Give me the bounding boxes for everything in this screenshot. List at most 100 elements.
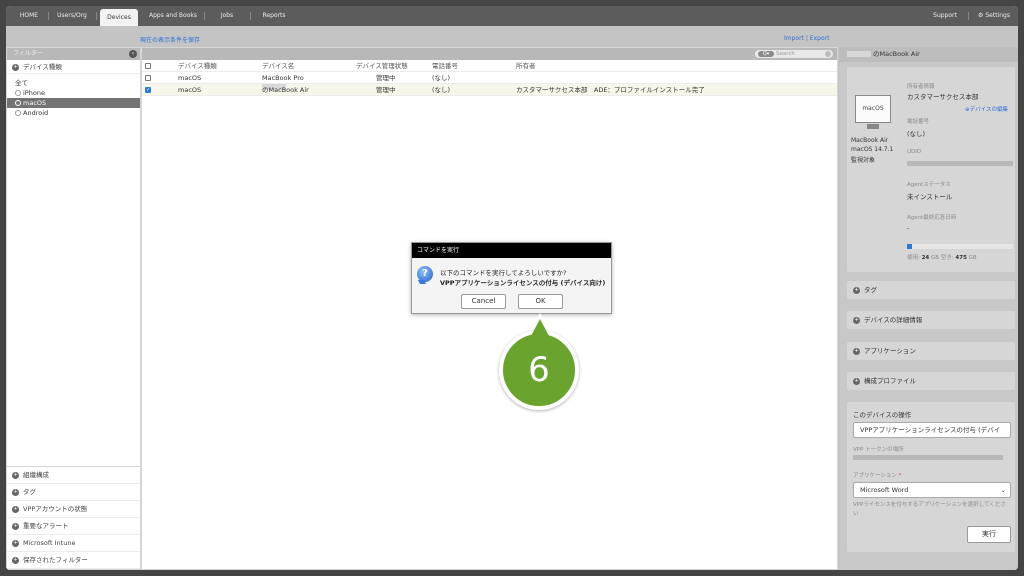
cell-device-name[interactable]: MacBook Pro bbox=[262, 72, 304, 84]
filter-option-label: Android bbox=[23, 109, 49, 117]
section-tags[interactable]: + タグ bbox=[847, 281, 1015, 299]
storage-used-value: 24 bbox=[921, 255, 930, 261]
nav-reports[interactable]: Reports bbox=[256, 6, 292, 26]
nav-jobs[interactable]: Jobs bbox=[210, 6, 244, 26]
owner-info-value: カスタマーサクセス本部 bbox=[907, 93, 979, 101]
required-mark: * bbox=[898, 473, 902, 479]
plus-icon: + bbox=[12, 505, 19, 513]
application-selected: Microsoft Word bbox=[860, 486, 909, 494]
column-header-phone[interactable]: 電話番号 bbox=[432, 60, 458, 72]
nav-separator bbox=[48, 12, 49, 20]
section-label: 重要なアラート bbox=[23, 522, 69, 530]
table-row[interactable]: macOS MacBook Pro 管理中 (なし) bbox=[142, 72, 837, 84]
section-device-details[interactable]: + デバイスの詳細情報 bbox=[847, 311, 1015, 329]
filter-org-structure[interactable]: + 組織構成 bbox=[7, 467, 140, 484]
filter-tags[interactable]: + タグ bbox=[7, 484, 140, 501]
filter-title: フィルター bbox=[13, 50, 43, 57]
column-header-device-name[interactable]: デバイス名 bbox=[262, 60, 294, 72]
cancel-button[interactable]: Cancel bbox=[461, 294, 506, 309]
search-input[interactable]: Q▾ Search bbox=[755, 50, 833, 58]
owner-info-label: 所有者情報 bbox=[907, 84, 935, 90]
clear-search-icon[interactable] bbox=[825, 51, 831, 57]
filter-panel: フィルター ‹ + デバイス種類 全て oiPhone omacOS oAndro… bbox=[6, 47, 141, 570]
plus-icon: + bbox=[12, 63, 19, 71]
plus-icon: + bbox=[853, 286, 860, 294]
filter-option-label: macOS bbox=[23, 99, 47, 107]
storage-bar bbox=[907, 244, 1013, 249]
row-checkbox-checked[interactable]: ✓ bbox=[145, 87, 151, 93]
section-config-profiles[interactable]: + 構成プロファイル bbox=[847, 372, 1015, 390]
cell-phone: (なし) bbox=[432, 74, 451, 82]
device-model: MacBook Air bbox=[851, 137, 889, 144]
section-label: VPPアカウントの状態 bbox=[23, 505, 88, 513]
search-placeholder: Search bbox=[776, 51, 795, 57]
application-label-text: アプリケーション bbox=[853, 473, 897, 479]
import-link[interactable]: Import bbox=[784, 35, 804, 42]
plus-icon: + bbox=[12, 522, 19, 530]
plus-icon: + bbox=[12, 471, 19, 479]
row-checkbox[interactable] bbox=[145, 75, 151, 81]
radio-icon: o bbox=[15, 110, 21, 116]
nav-apps-and-books[interactable]: Apps and Books bbox=[148, 6, 198, 26]
filter-option-all[interactable]: 全て bbox=[7, 78, 140, 88]
section-label: 保存されたフィルター bbox=[23, 556, 88, 564]
filter-device-type-label: デバイス種類 bbox=[23, 63, 62, 71]
plus-icon: + bbox=[853, 347, 860, 355]
redacted-block bbox=[847, 51, 871, 57]
filter-saved-filters[interactable]: + 保存されたフィルター bbox=[7, 552, 140, 569]
computer-icon: macOS bbox=[855, 95, 891, 123]
settings-link[interactable]: ⚙ Settings bbox=[974, 6, 1014, 26]
filter-option-iphone[interactable]: oiPhone bbox=[7, 88, 140, 98]
application-hint: VPPライセンスを付与するアプリケーションを選択してください bbox=[853, 502, 1006, 517]
storage-usage: 使用: 24 GB 空き: 475 GB bbox=[907, 253, 977, 261]
collapse-panel-icon[interactable]: ‹ bbox=[129, 50, 137, 58]
question-icon: ? bbox=[417, 266, 433, 282]
nav-users-org[interactable]: Users/Org bbox=[52, 6, 92, 26]
phone-value: (なし) bbox=[907, 130, 926, 138]
device-info-card: macOS MacBook Air macOS 14.7.1 監視対象 所有者情… bbox=[847, 67, 1015, 272]
nav-home[interactable]: HOME bbox=[12, 6, 46, 26]
column-header-management-status[interactable]: デバイス管理状態 bbox=[356, 60, 408, 72]
dialog-message: 以下のコマンドを実行してよろしいですか? bbox=[440, 269, 567, 277]
device-os: macOS 14.7.1 bbox=[851, 146, 894, 153]
monitor-stand bbox=[867, 124, 879, 129]
cell-management-status: 管理中 bbox=[376, 86, 396, 94]
run-button[interactable]: 実行 bbox=[967, 526, 1011, 543]
agent-status-value: 未インストール bbox=[907, 193, 953, 201]
section-label: 組織構成 bbox=[23, 471, 49, 479]
select-all-checkbox[interactable] bbox=[145, 63, 151, 69]
storage-used-label: 使用: bbox=[907, 255, 920, 261]
operation-select[interactable]: VPPアプリケーションライセンスの付与 (デバイ bbox=[853, 422, 1011, 438]
filter-important-alerts[interactable]: + 重要なアラート bbox=[7, 518, 140, 535]
filter-microsoft-intune[interactable]: + Microsoft Intune bbox=[7, 535, 140, 552]
agent-status-label: Agentステータス bbox=[907, 182, 951, 188]
section-label: デバイスの詳細情報 bbox=[864, 316, 923, 324]
filter-bottom-sections: + 組織構成 + タグ + VPPアカウントの状態 + 重要なアラート + Microso… bbox=[7, 466, 140, 569]
section-label: 構成プロファイル bbox=[864, 377, 916, 385]
cell-owner: カスタマーサクセス本部 ADE：プロファイルインストール完了 bbox=[516, 86, 705, 94]
nav-devices[interactable]: Devices bbox=[100, 9, 138, 26]
search-icon: Q▾ bbox=[758, 51, 774, 57]
edit-device-link[interactable]: ⊕デバイスの編集 bbox=[965, 105, 1008, 113]
application-select[interactable]: Microsoft Word ⌄ bbox=[853, 482, 1011, 498]
filter-option-macos[interactable]: omacOS bbox=[7, 98, 140, 108]
ok-button[interactable]: OK bbox=[518, 294, 563, 309]
filter-option-android[interactable]: oAndroid bbox=[7, 108, 140, 118]
device-detail-panel: のMacBook Air macOS MacBook Air macOS 14.… bbox=[839, 47, 1018, 570]
support-link[interactable]: Support bbox=[926, 6, 964, 26]
column-header-owner[interactable]: 所有者 bbox=[516, 60, 536, 72]
filter-vpp-account-status[interactable]: + VPPアカウントの状態 bbox=[7, 501, 140, 518]
export-link[interactable]: Export bbox=[810, 35, 830, 42]
table-row-selected[interactable]: ✓ macOS のMacBook Air 管理中 (なし) カスタマーサクセス本… bbox=[142, 84, 837, 96]
filter-device-type[interactable]: + デバイス種類 bbox=[7, 60, 140, 74]
column-header-device-type[interactable]: デバイス種類 bbox=[178, 60, 217, 72]
section-applications[interactable]: + アプリケーション bbox=[847, 342, 1015, 360]
confirm-command-dialog: コマンドを実行 ? 以下のコマンドを実行してよろしいですか? VPPアプリケーシ… bbox=[411, 242, 612, 314]
section-label: アプリケーション bbox=[864, 347, 916, 355]
save-filter-link[interactable]: 現在の表示条件を保存 bbox=[140, 35, 200, 44]
table-toolbar: Q▾ Search bbox=[142, 48, 837, 60]
operations-title: このデバイスの操作 bbox=[853, 411, 912, 419]
filter-option-label: 全て bbox=[15, 79, 28, 87]
plus-icon: + bbox=[12, 539, 19, 547]
dialog-title: コマンドを実行 bbox=[412, 243, 611, 258]
